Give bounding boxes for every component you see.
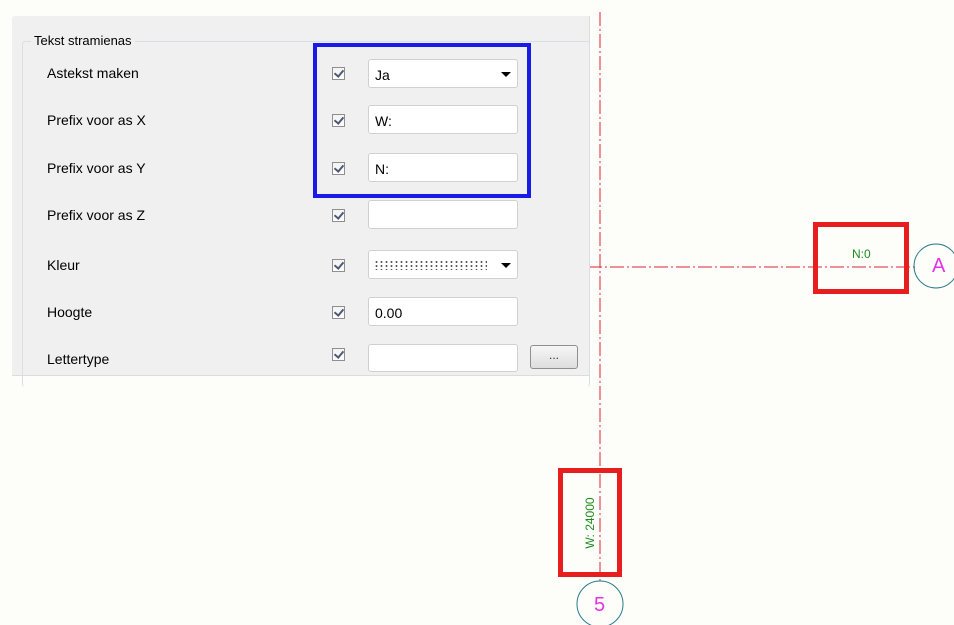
browse-font-button[interactable]: ...	[530, 345, 578, 369]
checkbox-kleur[interactable]	[332, 259, 345, 272]
chevron-down-icon[interactable]	[501, 263, 511, 268]
label-kleur: Kleur	[47, 257, 80, 273]
group-title: Tekst stramienas	[31, 33, 135, 49]
label-hoogte: Hoogte	[47, 304, 93, 320]
color-swatch	[374, 260, 487, 270]
label-prefix-y: Prefix voor as Y	[47, 160, 146, 176]
highlight-horizontal-axis-text	[813, 222, 909, 294]
lettertype-input[interactable]	[368, 344, 518, 372]
grid-bubble-label-a: A	[932, 255, 946, 277]
label-lettertype: Lettertype	[47, 351, 110, 367]
checkbox-prefix-z[interactable]	[332, 209, 345, 222]
prefix-z-input[interactable]	[368, 200, 518, 229]
kleur-combo[interactable]	[368, 250, 518, 279]
screen: N:0 W: 24000 A 5 Tekst stramienas Asteks…	[0, 0, 954, 625]
highlight-vertical-axis-text	[558, 468, 622, 577]
label-astekst-maken: Astekst maken	[47, 65, 139, 81]
hoogte-value: 0.00	[375, 305, 403, 321]
label-prefix-x: Prefix voor as X	[47, 112, 146, 128]
hoogte-input[interactable]: 0.00	[368, 297, 518, 326]
grid-bubble-label-5: 5	[594, 594, 606, 616]
label-prefix-z: Prefix voor as Z	[47, 207, 146, 223]
checkbox-lettertype[interactable]	[332, 348, 345, 361]
highlight-prefix-settings	[313, 43, 531, 198]
checkbox-hoogte[interactable]	[332, 306, 345, 319]
